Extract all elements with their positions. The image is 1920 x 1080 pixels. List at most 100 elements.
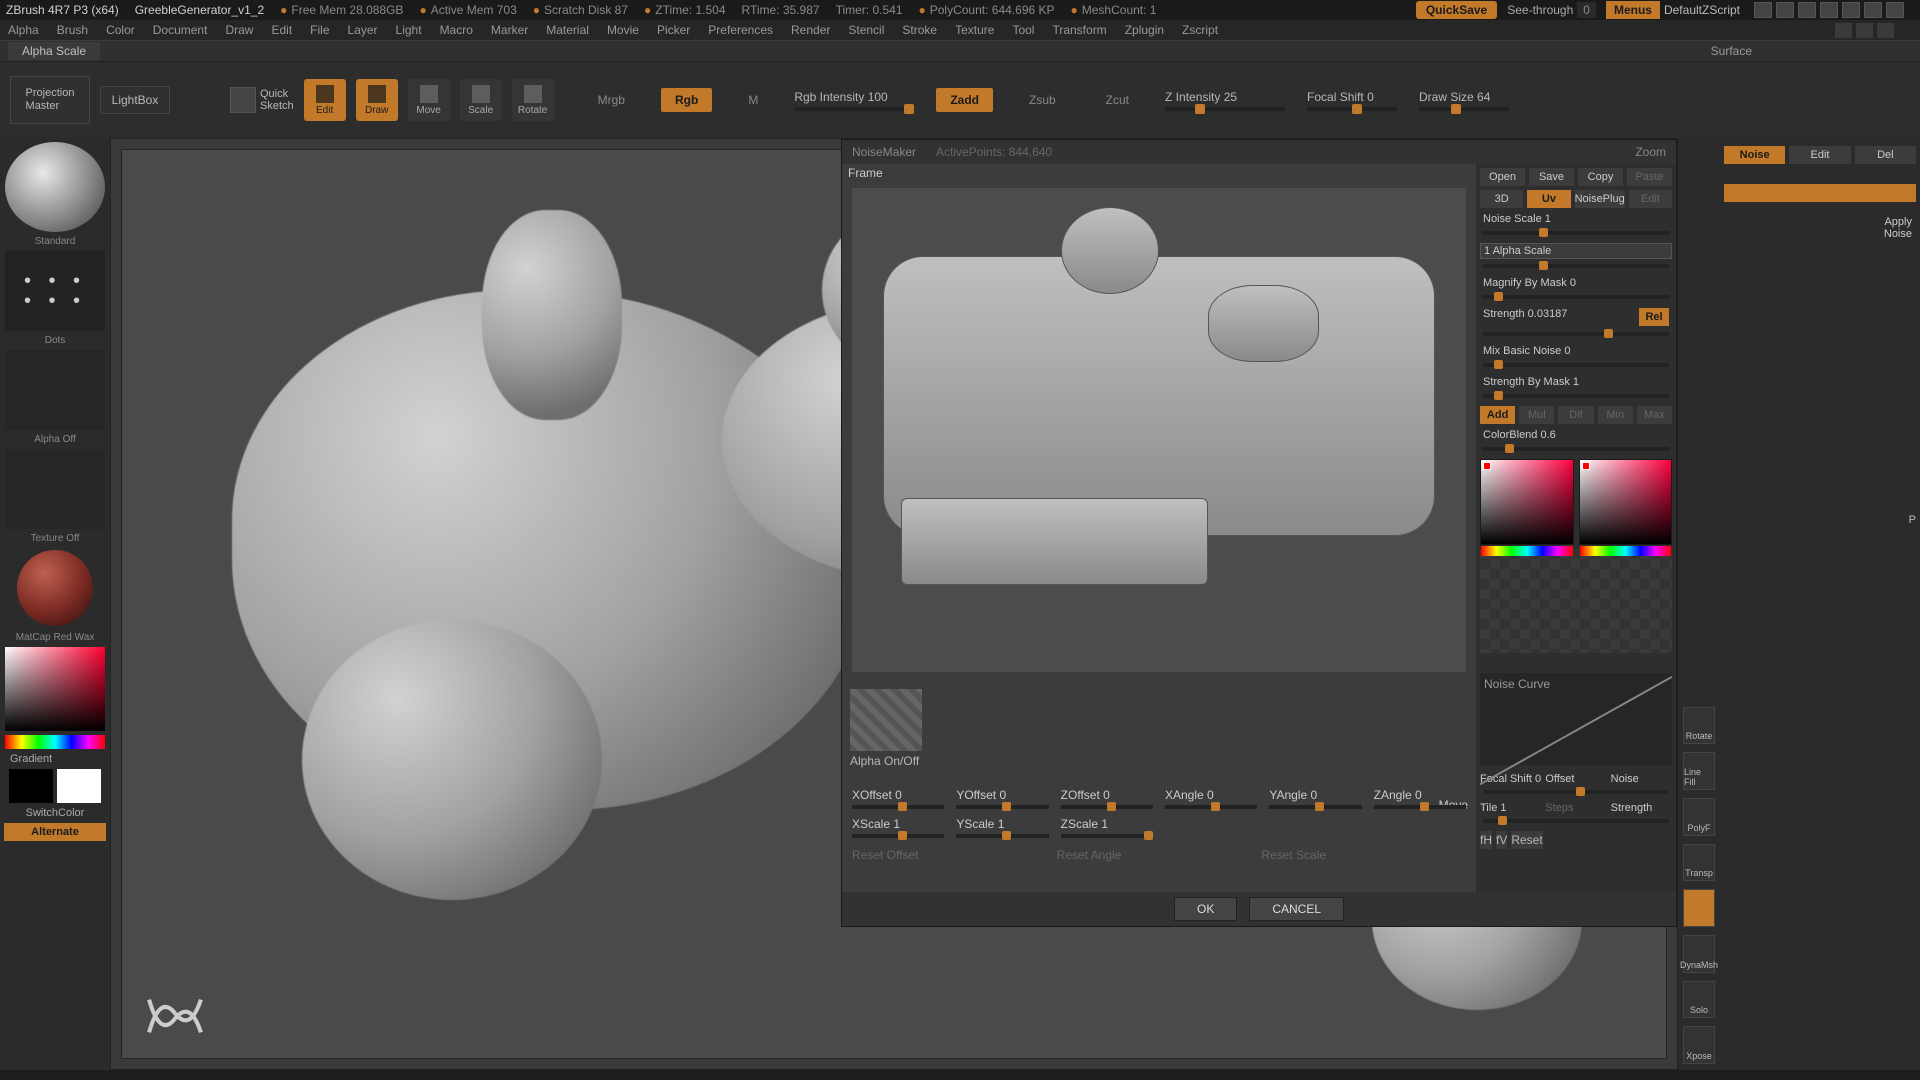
unspecified-toggle[interactable] bbox=[1683, 889, 1715, 927]
minimize-icon[interactable] bbox=[1842, 2, 1860, 18]
seethrough-value[interactable]: 0 bbox=[1577, 2, 1596, 18]
menu-layer[interactable]: Layer bbox=[348, 23, 378, 37]
menu-texture[interactable]: Texture bbox=[955, 23, 994, 37]
transp-button[interactable]: Transp bbox=[1683, 844, 1715, 882]
yscale-slider[interactable]: YScale 1 bbox=[956, 817, 1048, 838]
draw-size-slider[interactable]: Draw Size 64 bbox=[1419, 90, 1509, 111]
titlebar-icon-4[interactable] bbox=[1820, 2, 1838, 18]
zoom-label[interactable]: Zoom bbox=[1635, 145, 1666, 159]
mrgb-toggle[interactable]: Mrgb bbox=[584, 88, 639, 112]
save-button[interactable]: Save bbox=[1529, 168, 1574, 186]
gradient-label[interactable]: Gradient bbox=[4, 753, 106, 765]
reset-scale-button[interactable]: Reset Scale bbox=[1261, 848, 1466, 862]
paste-button[interactable]: Paste bbox=[1627, 168, 1672, 186]
blend-min[interactable]: Min bbox=[1598, 406, 1633, 424]
yoffset-slider[interactable]: YOffset 0 bbox=[956, 788, 1048, 809]
draw-mode-button[interactable]: Draw bbox=[356, 79, 398, 121]
z-intensity-slider[interactable]: Z Intensity 25 bbox=[1165, 90, 1285, 111]
noise-button[interactable]: Noise bbox=[1724, 146, 1785, 164]
noise-scale-slider[interactable] bbox=[1483, 231, 1669, 235]
noisemaker-preview[interactable]: Frame Alpha On/Off Move XOffset 0 bbox=[842, 164, 1476, 892]
color-picker-b[interactable] bbox=[1579, 459, 1673, 545]
rgb-toggle[interactable]: Rgb bbox=[661, 88, 712, 112]
color-picker[interactable] bbox=[5, 647, 105, 731]
menu-material[interactable]: Material bbox=[546, 23, 589, 37]
titlebar-icon-3[interactable] bbox=[1798, 2, 1816, 18]
apply-noise-button[interactable]: Apply Noise bbox=[1724, 216, 1916, 240]
quicksketch-button[interactable]: Quick Sketch bbox=[230, 87, 294, 113]
reset-angle-button[interactable]: Reset Angle bbox=[1057, 848, 1262, 862]
colorblend-slider[interactable] bbox=[1483, 447, 1669, 451]
texture-thumbnail[interactable] bbox=[5, 449, 105, 529]
copy-button[interactable]: Copy bbox=[1578, 168, 1623, 186]
stroke-thumbnail[interactable] bbox=[5, 251, 105, 331]
linefill-button[interactable]: Line Fill bbox=[1683, 752, 1715, 790]
noise-curve-editor[interactable]: Noise Curve bbox=[1480, 673, 1672, 765]
viewport[interactable]: NoiseMaker ActivePoints: 844,640 Zoom Fr… bbox=[110, 138, 1678, 1070]
zangle-slider[interactable]: ZAngle 0 bbox=[1374, 788, 1466, 809]
cancel-button[interactable]: CANCEL bbox=[1249, 897, 1344, 921]
menu-document[interactable]: Document bbox=[153, 23, 208, 37]
fv-button[interactable]: fV bbox=[1496, 831, 1507, 849]
uv-toggle[interactable]: Uv bbox=[1527, 190, 1570, 208]
alternate-button[interactable]: Alternate bbox=[4, 823, 106, 841]
tray-icon[interactable] bbox=[1877, 23, 1894, 38]
scale-mode-button[interactable]: Scale bbox=[460, 79, 502, 121]
focal-shift-slider[interactable]: Focal Shift 0 bbox=[1307, 90, 1397, 111]
edit-noise-button[interactable]: Edit bbox=[1789, 146, 1850, 164]
menu-edit[interactable]: Edit bbox=[271, 23, 292, 37]
rel-toggle[interactable]: Rel bbox=[1639, 308, 1669, 326]
curve-tile-slider[interactable] bbox=[1483, 819, 1669, 823]
menu-marker[interactable]: Marker bbox=[491, 23, 528, 37]
strmask-slider[interactable] bbox=[1483, 394, 1669, 398]
zscale-slider[interactable]: ZScale 1 bbox=[1061, 817, 1153, 838]
rotate-mode-button[interactable]: Rotate bbox=[512, 79, 554, 121]
xoffset-slider[interactable]: XOffset 0 bbox=[852, 788, 944, 809]
menu-transform[interactable]: Transform bbox=[1052, 23, 1106, 37]
brush-thumbnail[interactable] bbox=[5, 142, 105, 232]
frame-button[interactable]: Frame bbox=[848, 166, 883, 180]
zsub-toggle[interactable]: Zsub bbox=[1015, 88, 1070, 112]
ok-button[interactable]: OK bbox=[1174, 897, 1237, 921]
open-button[interactable]: Open bbox=[1480, 168, 1525, 186]
menu-macro[interactable]: Macro bbox=[440, 23, 473, 37]
maximize-icon[interactable] bbox=[1864, 2, 1882, 18]
alpha-thumbnail[interactable] bbox=[5, 350, 105, 430]
m-toggle[interactable]: M bbox=[734, 88, 772, 112]
blend-add[interactable]: Add bbox=[1480, 406, 1515, 424]
menu-stencil[interactable]: Stencil bbox=[848, 23, 884, 37]
lightbox-button[interactable]: LightBox bbox=[100, 86, 170, 114]
menus-toggle[interactable]: Menus bbox=[1606, 1, 1660, 19]
switchcolor-button[interactable]: SwitchColor bbox=[4, 807, 106, 819]
menu-zscript[interactable]: Zscript bbox=[1182, 23, 1218, 37]
xscale-slider[interactable]: XScale 1 bbox=[852, 817, 944, 838]
del-noise-button[interactable]: Del bbox=[1855, 146, 1916, 164]
blend-mul[interactable]: Mul bbox=[1519, 406, 1554, 424]
reset-offset-button[interactable]: Reset Offset bbox=[852, 848, 1057, 862]
zoffset-slider[interactable]: ZOffset 0 bbox=[1061, 788, 1153, 809]
menu-alpha[interactable]: Alpha bbox=[8, 23, 39, 37]
menu-stroke[interactable]: Stroke bbox=[902, 23, 937, 37]
blend-dif[interactable]: Dif bbox=[1558, 406, 1593, 424]
rgb-intensity-slider[interactable]: Rgb Intensity 100 bbox=[794, 90, 914, 111]
alpha-onoff-button[interactable]: Alpha On/Off bbox=[850, 754, 936, 768]
black-swatch[interactable] bbox=[9, 769, 53, 803]
noise-preview-viewport[interactable] bbox=[852, 188, 1466, 672]
magnify-slider[interactable] bbox=[1483, 295, 1669, 299]
zadd-toggle[interactable]: Zadd bbox=[936, 88, 993, 112]
blend-max[interactable]: Max bbox=[1637, 406, 1672, 424]
edit-mode-button[interactable]: Edit bbox=[304, 79, 346, 121]
default-zscript[interactable]: DefaultZScript bbox=[1664, 3, 1740, 17]
tray-icon[interactable] bbox=[1835, 23, 1852, 38]
solo-button[interactable]: Solo bbox=[1683, 981, 1715, 1019]
polyf-button[interactable]: PolyF bbox=[1683, 798, 1715, 836]
close-icon[interactable] bbox=[1886, 2, 1904, 18]
xangle-slider[interactable]: XAngle 0 bbox=[1165, 788, 1257, 809]
menu-tool[interactable]: Tool bbox=[1012, 23, 1034, 37]
menu-draw[interactable]: Draw bbox=[225, 23, 253, 37]
fh-button[interactable]: fH bbox=[1480, 831, 1492, 849]
titlebar-icon-1[interactable] bbox=[1754, 2, 1772, 18]
xpose-button[interactable]: Xpose bbox=[1683, 1026, 1715, 1064]
curve-focal-slider[interactable] bbox=[1483, 790, 1669, 794]
hue-strip[interactable] bbox=[5, 735, 105, 749]
